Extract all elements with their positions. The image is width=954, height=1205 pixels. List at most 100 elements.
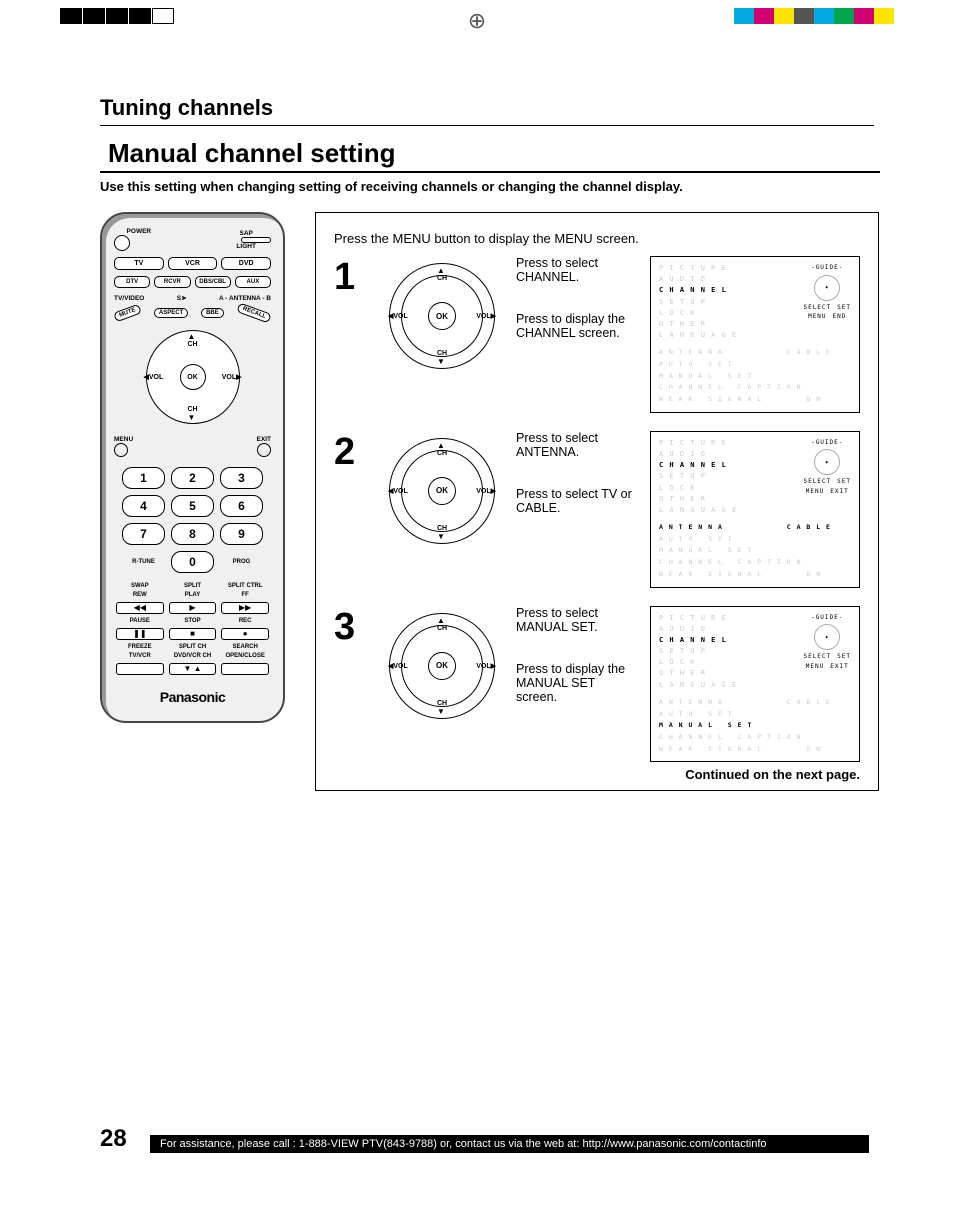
step-dpad-diagram: OK ▲CH CH▼ ◀VOL VOL▶ [382, 431, 502, 588]
recall-button[interactable]: RECALL [236, 302, 272, 323]
remote-column: POWER SAP LIGHT TV VCR DVD DTV [100, 212, 285, 791]
osd-menu-item: O T H E R [659, 319, 737, 330]
tv-button[interactable]: TV [114, 257, 164, 270]
step-instruction-1: Press to select ANTENNA. [516, 431, 636, 459]
step-instruction-2: Press to display the MANUAL SET screen. [516, 662, 636, 704]
osd-menu-item: O T H E R [659, 668, 737, 679]
osd-menu-item: P I C T U R E [659, 263, 737, 274]
osd-sub-item: A N T E N N A C A B L E [659, 522, 851, 534]
aspect-button[interactable]: ASPECT [154, 308, 188, 318]
steps-box: Press the MENU button to display the MEN… [315, 212, 879, 791]
mute-button[interactable]: MUTE [113, 304, 142, 323]
intro-text: Use this setting when changing setting o… [100, 179, 874, 194]
osd-guide: -GUIDE- ✦ SELECTSET MENUEND [803, 263, 851, 341]
vcr-button[interactable]: VCR [168, 257, 218, 270]
osd-menu-item: S E T U P [659, 297, 737, 308]
play-button[interactable]: ▶ [169, 602, 217, 614]
crop-mark-icon: ⊕ [468, 8, 486, 34]
ch-up[interactable]: ▲CH [187, 332, 197, 348]
num-5[interactable]: 5 [171, 495, 214, 517]
vol-down[interactable]: ◀VOL [144, 373, 164, 381]
rcvr-button[interactable]: RCVR [154, 276, 190, 288]
power-button[interactable] [114, 235, 130, 251]
bbe-button[interactable]: BBE [201, 308, 224, 318]
num-4[interactable]: 4 [122, 495, 165, 517]
ok-icon: OK [428, 302, 456, 330]
osd-sub-item: M A N U A L S E T [659, 545, 851, 557]
num-0[interactable]: 0 [171, 551, 214, 573]
transport-labels: SWAP SPLIT SPLIT CTRL REW PLAY FF [116, 583, 269, 598]
osd-menu-item: A U D I O [659, 449, 737, 460]
dvd-button[interactable]: DVD [221, 257, 271, 270]
osd-screen: P I C T U R EA U D I OC H A N N E LS E T… [650, 606, 860, 763]
guide-arrows-icon: ✦ [814, 624, 840, 650]
steps-intro: Press the MENU button to display the MEN… [334, 231, 860, 246]
sd-icon: S➤ [177, 294, 187, 302]
ff-button[interactable]: ▶▶ [221, 602, 269, 614]
step-instruction-2: Press to select TV or CABLE. [516, 487, 636, 515]
vol-up[interactable]: VOL▶ [222, 373, 242, 381]
rew-button[interactable]: ◀◀ [116, 602, 164, 614]
sap-label: SAP [221, 230, 271, 237]
num-8[interactable]: 8 [171, 523, 214, 545]
num-2[interactable]: 2 [171, 467, 214, 489]
osd-sub-item: M A N U A L S E T [659, 720, 851, 732]
number-pad: 1 2 3 4 5 6 7 8 9 R-TUNE 0 PROG [122, 467, 263, 573]
osd-submenu: A N T E N N A C A B L EA U T O S E TM A … [659, 697, 851, 755]
osd-menu-item: S E T U P [659, 646, 737, 657]
guide-arrows-icon: ✦ [814, 275, 840, 301]
search-button[interactable] [221, 663, 269, 675]
stop-button[interactable]: ■ [169, 628, 217, 640]
exit-button[interactable] [257, 443, 271, 457]
osd-main-menu: P I C T U R EA U D I OC H A N N E LS E T… [659, 263, 737, 341]
osd-menu-item: C H A N N E L [659, 460, 737, 471]
ch-down-icon: CH▼ [437, 700, 447, 716]
main-content: POWER SAP LIGHT TV VCR DVD DTV [100, 212, 874, 791]
freeze-button[interactable] [116, 663, 164, 675]
rec-button[interactable]: ● [221, 628, 269, 640]
osd-menu-item: L A N G U A G E [659, 505, 737, 516]
step-3: 3 OK ▲CH CH▼ ◀VOL VOL▶ Press to select M… [334, 606, 860, 763]
manual-page: ⊕ Tuning channels Manual channel setting… [0, 0, 954, 1205]
dtv-button[interactable]: DTV [114, 276, 150, 288]
pause-button[interactable]: ❚❚ [116, 628, 164, 640]
num-3[interactable]: 3 [220, 467, 263, 489]
transport-buttons-2: ❚❚ ■ ● [116, 628, 269, 640]
num-1[interactable]: 1 [122, 467, 165, 489]
dbscbl-button[interactable]: DBS/CBL [195, 276, 231, 288]
remote-dpad[interactable]: OK ▲CH CH▼ ◀VOL VOL▶ [138, 322, 248, 432]
ok-button[interactable]: OK [180, 364, 206, 390]
osd-menu-item: S E T U P [659, 471, 737, 482]
vol-left-icon: ◀VOL [388, 487, 408, 495]
step-text: Press to select ANTENNA. Press to select… [516, 431, 636, 588]
osd-menu-item: A U D I O [659, 624, 737, 635]
ok-icon: OK [428, 477, 456, 505]
menu-button[interactable] [114, 443, 128, 457]
osd-sub-item: M A N U A L S E T [659, 371, 851, 383]
ch-down[interactable]: CH▼ [187, 406, 197, 422]
aux-button[interactable]: AUX [235, 276, 271, 288]
ok-icon: OK [428, 652, 456, 680]
vol-left-icon: ◀VOL [388, 312, 408, 320]
num-9[interactable]: 9 [220, 523, 263, 545]
osd-menu-item: L A N G U A G E [659, 330, 737, 341]
step-dpad-diagram: OK ▲CH CH▼ ◀VOL VOL▶ [382, 606, 502, 763]
ch-down-icon: CH▼ [437, 350, 447, 366]
step-2: 2 OK ▲CH CH▼ ◀VOL VOL▶ Press to select A… [334, 431, 860, 588]
remote-control: POWER SAP LIGHT TV VCR DVD DTV [100, 212, 285, 723]
num-6[interactable]: 6 [220, 495, 263, 517]
osd-sub-item: C H A N N E L C A P T I O N [659, 382, 851, 394]
light-label: LIGHT [221, 243, 271, 250]
osd-sub-item: A U T O S E T [659, 709, 851, 721]
curve-row: MUTE ASPECT BBE RECALL [114, 308, 271, 318]
osd-menu-item: L A N G U A G E [659, 680, 737, 691]
brand-logo: Panasonic [114, 689, 271, 705]
splitch-button[interactable]: ▼ ▲ [169, 663, 217, 675]
step-instruction-2: Press to display the CHANNEL screen. [516, 312, 636, 340]
color-bar [734, 8, 894, 24]
osd-sub-item: W E A K S I G N A L O N [659, 394, 851, 406]
osd-main-menu: P I C T U R EA U D I OC H A N N E LS E T… [659, 613, 737, 691]
power-label: POWER [114, 228, 164, 235]
num-7[interactable]: 7 [122, 523, 165, 545]
osd-guide: -GUIDE- ✦ SELECTSET MENUEXIT [803, 613, 851, 691]
